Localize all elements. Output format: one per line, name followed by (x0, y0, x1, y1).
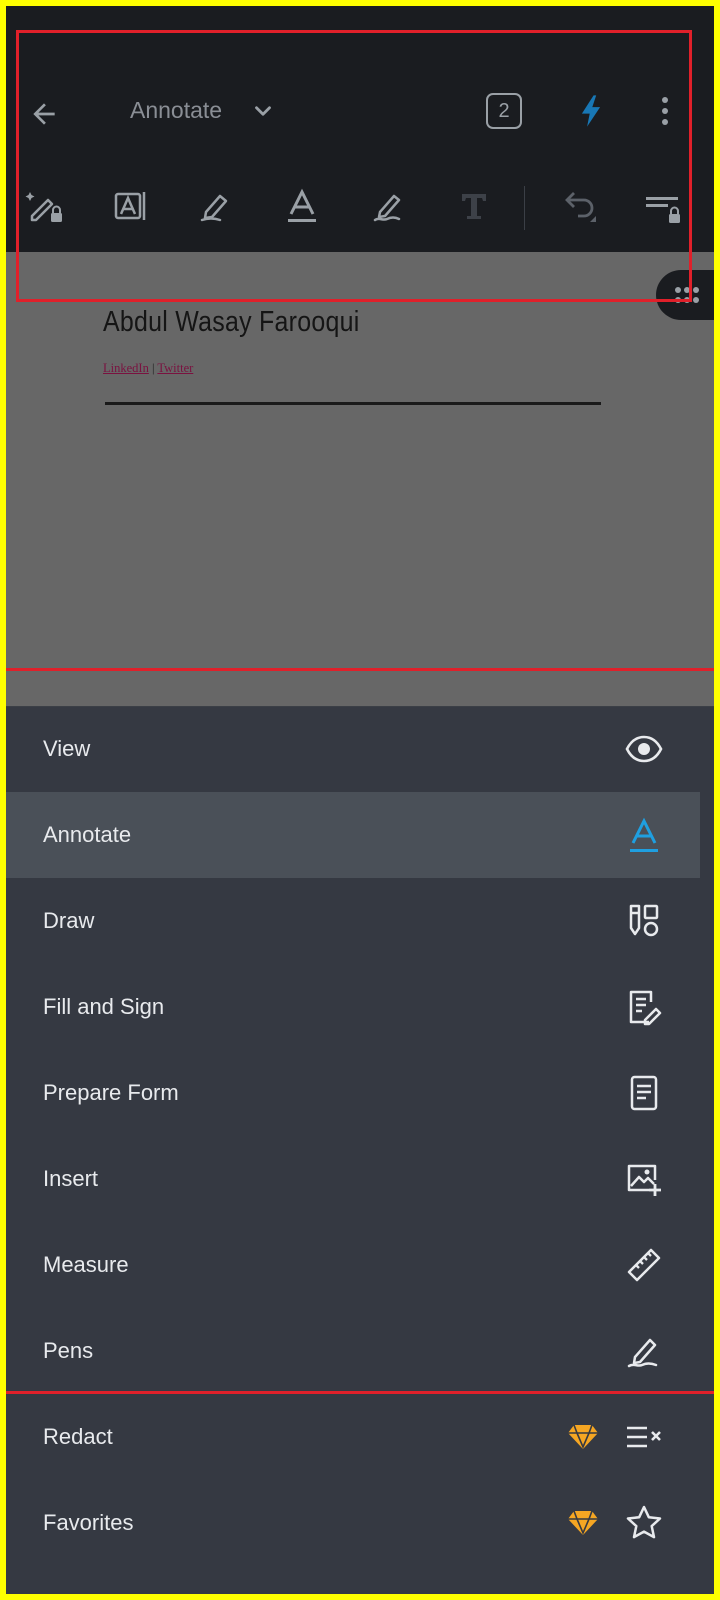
text-underline-icon[interactable] (280, 184, 324, 228)
pen-icon (624, 1331, 664, 1371)
menu-item-annotate[interactable]: Annotate (6, 792, 700, 878)
highlight-line-top (6, 668, 714, 671)
menu-item-label: Favorites (43, 1510, 134, 1535)
menu-item-view[interactable]: View (6, 706, 700, 792)
mode-menu-sheet: View Annotate Draw Fill and Sign Prepare (6, 706, 714, 1594)
free-text-icon[interactable] (452, 184, 496, 228)
lightning-icon[interactable] (574, 92, 608, 130)
menu-item-draw[interactable]: Draw (6, 878, 700, 964)
menu-item-insert[interactable]: Insert (6, 1136, 700, 1222)
linkedin-link[interactable]: LinkedIn (103, 361, 149, 375)
toolbar-divider (524, 186, 525, 230)
menu-item-label: Pens (43, 1338, 94, 1363)
app-toolbar: Annotate 2 (6, 6, 714, 252)
undo-icon[interactable] (556, 184, 600, 228)
more-vertical-icon[interactable] (650, 92, 680, 130)
premium-diamond-icon (566, 1507, 600, 1539)
document-links: LinkedIn | Twitter (103, 361, 193, 376)
magic-pencil-lock-icon[interactable] (22, 184, 66, 228)
premium-diamond-icon (566, 1421, 600, 1453)
menu-item-fill-and-sign[interactable]: Fill and Sign (6, 964, 700, 1050)
menu-item-prepare-form[interactable]: Prepare Form (6, 1050, 700, 1136)
fill-sign-icon (624, 987, 664, 1027)
menu-item-favorites[interactable]: Favorites (6, 1480, 700, 1566)
chevron-down-icon[interactable] (250, 98, 276, 124)
twitter-link[interactable]: Twitter (157, 361, 193, 375)
annotate-a-icon (624, 815, 664, 855)
star-icon (624, 1503, 664, 1543)
form-document-icon (624, 1073, 664, 1113)
highlighter-icon[interactable] (194, 184, 238, 228)
ruler-icon (624, 1245, 664, 1285)
redact-icon (624, 1417, 664, 1457)
menu-item-label: Fill and Sign (43, 994, 165, 1019)
menu-item-label: Measure (43, 1252, 129, 1277)
toolbar-settings-lock-icon[interactable] (640, 184, 684, 228)
menu-item-label: Redact (43, 1424, 113, 1449)
menu-item-label: Prepare Form (43, 1080, 179, 1105)
draw-shapes-icon (624, 901, 664, 941)
menu-item-label: Annotate (43, 822, 132, 847)
menu-item-redact[interactable]: Redact (6, 1394, 700, 1480)
page-count-badge[interactable]: 2 (486, 93, 522, 129)
document-divider (105, 402, 601, 405)
menu-item-label: View (43, 736, 91, 761)
mode-title[interactable]: Annotate (130, 96, 222, 124)
eye-icon (624, 729, 664, 769)
free-hand-pen-icon[interactable] (366, 184, 410, 228)
menu-item-label: Draw (43, 908, 95, 933)
insert-image-icon (624, 1159, 664, 1199)
toolbar-grip-handle[interactable] (656, 270, 714, 320)
menu-item-pens[interactable]: Pens (6, 1308, 700, 1394)
menu-item-measure[interactable]: Measure (6, 1222, 700, 1308)
app-screen: Annotate 2 Abdul Wasay Farooqui LinkedIn… (6, 6, 714, 1594)
document-heading: Abdul Wasay Farooqui (103, 306, 360, 338)
back-arrow-icon[interactable] (24, 94, 64, 134)
text-select-icon[interactable] (108, 184, 152, 228)
link-separator: | (151, 361, 155, 375)
menu-item-label: Insert (43, 1166, 99, 1191)
